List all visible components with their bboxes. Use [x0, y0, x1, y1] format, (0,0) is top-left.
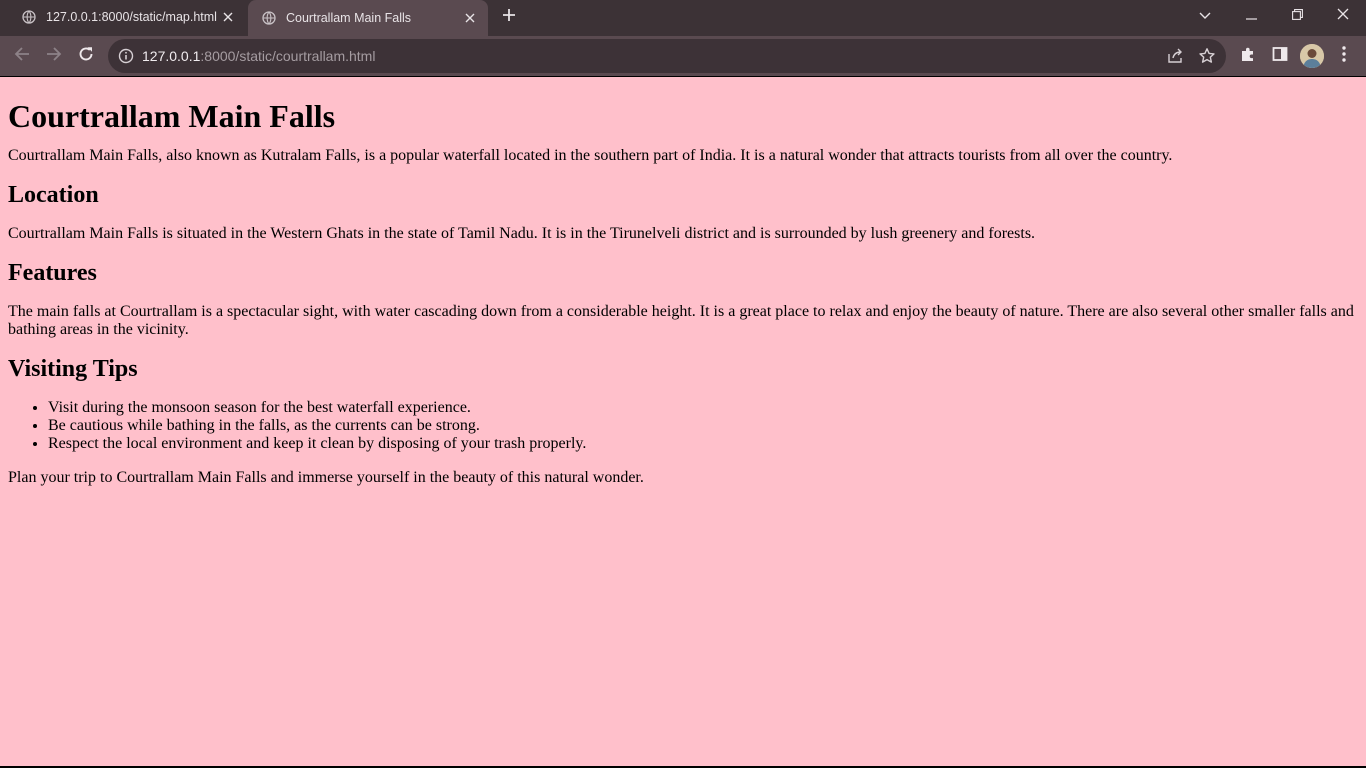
page-title: Courtrallam Main Falls — [8, 98, 336, 134]
reload-icon — [78, 46, 94, 67]
visiting-tips-list: Visit during the monsoon season for the … — [8, 399, 1358, 453]
tab-search-button[interactable] — [1182, 0, 1228, 32]
minimize-button[interactable] — [1228, 0, 1274, 32]
page-viewport: Courtrallam Main Falls Courtrallam Main … — [0, 77, 1366, 766]
close-icon[interactable] — [462, 10, 478, 26]
tab-title: 127.0.0.1:8000/static/map.html — [46, 10, 217, 24]
globe-icon — [262, 11, 276, 25]
restore-button[interactable] — [1274, 0, 1320, 32]
url-text[interactable]: 127.0.0.1:8000/static/courtrallam.html — [142, 48, 375, 64]
visiting-tips-heading: Visiting Tips — [8, 356, 138, 382]
side-panel-icon — [1272, 46, 1288, 67]
tab-strip: 127.0.0.1:8000/static/map.html Courtrall… — [0, 0, 1366, 36]
avatar[interactable] — [1300, 44, 1324, 68]
list-item: Visit during the monsoon season for the … — [48, 399, 1358, 417]
list-item: Be cautious while bathing in the falls, … — [48, 417, 1358, 435]
kebab-menu-icon — [1342, 45, 1346, 67]
info-icon[interactable] — [118, 48, 134, 64]
closing-paragraph: Plan your trip to Courtrallam Main Falls… — [8, 469, 644, 486]
restore-icon — [1291, 7, 1303, 25]
star-icon[interactable] — [1198, 47, 1216, 65]
intro-paragraph: Courtrallam Main Falls, also known as Ku… — [8, 147, 1173, 164]
features-paragraph: The main falls at Courtrallam is a spect… — [8, 303, 1354, 338]
tab-title: Courtrallam Main Falls — [286, 11, 412, 25]
forward-button[interactable] — [40, 42, 68, 70]
window-close-button[interactable] — [1320, 0, 1366, 32]
back-button[interactable] — [8, 42, 36, 70]
extensions-icon — [1239, 45, 1257, 68]
list-item: Respect the local environment and keep i… — [48, 435, 1358, 453]
browser-toolbar: 127.0.0.1:8000/static/courtrallam.html — [0, 36, 1366, 76]
chevron-down-icon — [1199, 7, 1211, 25]
side-panel-button[interactable] — [1270, 46, 1290, 66]
url-path: :8000/static/courtrallam.html — [200, 48, 376, 64]
reload-button[interactable] — [72, 42, 100, 70]
tab-map[interactable]: 127.0.0.1:8000/static/map.html — [8, 0, 246, 34]
window-close-icon — [1337, 7, 1349, 25]
browser-menu-button[interactable] — [1334, 45, 1354, 67]
location-heading: Location — [8, 182, 99, 208]
address-bar[interactable]: 127.0.0.1:8000/static/courtrallam.html — [108, 39, 1226, 73]
globe-icon — [22, 10, 36, 24]
close-icon[interactable] — [220, 9, 236, 25]
plus-icon — [502, 8, 516, 27]
forward-arrow-icon — [46, 46, 62, 67]
minimize-icon — [1245, 7, 1257, 25]
tab-courtrallam[interactable]: Courtrallam Main Falls — [248, 0, 488, 36]
extensions-button[interactable] — [1238, 46, 1258, 66]
features-heading: Features — [8, 260, 97, 286]
share-icon[interactable] — [1166, 47, 1184, 65]
url-host: 127.0.0.1 — [142, 48, 201, 64]
new-tab-button[interactable] — [498, 6, 520, 28]
back-arrow-icon — [14, 46, 30, 67]
location-paragraph: Courtrallam Main Falls is situated in th… — [8, 225, 1036, 242]
